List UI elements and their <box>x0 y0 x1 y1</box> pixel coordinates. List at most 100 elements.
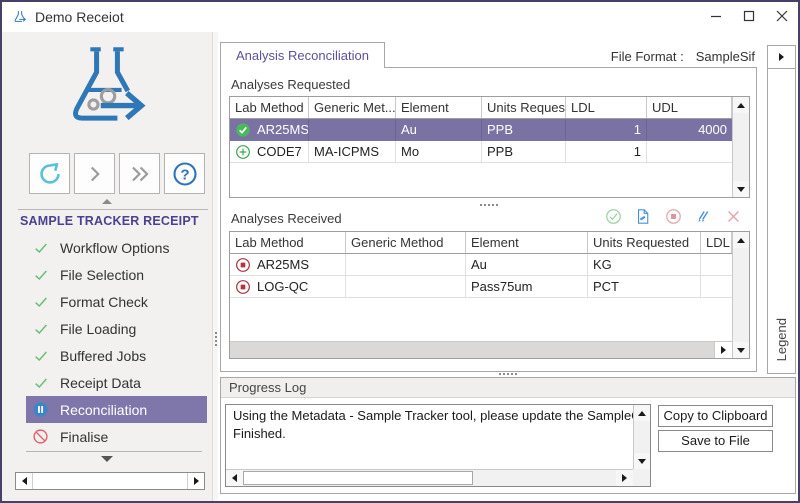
units-cell: PCT <box>588 276 701 297</box>
maximize-icon <box>743 10 755 22</box>
reset-button[interactable] <box>29 153 70 194</box>
file-format: File Format :SampleSif <box>611 49 755 64</box>
app-window: Demo Receiot <box>0 0 800 503</box>
step-workflow-options[interactable]: Workflow Options <box>26 234 207 261</box>
progress-log-title: Progress Log <box>221 378 795 398</box>
scroll-down-button[interactable] <box>733 181 749 197</box>
scroll-down-button[interactable] <box>733 342 749 358</box>
lab-method-cell: LOG-QC <box>230 276 346 297</box>
legend-label[interactable]: Legend <box>774 318 789 361</box>
column-header[interactable]: Units Reques... <box>482 97 566 118</box>
step-file-loading[interactable]: File Loading <box>26 315 207 342</box>
triangle-down-icon <box>737 187 745 192</box>
vertical-scrollbar[interactable] <box>732 97 749 197</box>
scrollbar-corner <box>633 469 650 486</box>
stop-circle-icon <box>235 257 251 273</box>
scroll-up-button[interactable] <box>733 232 749 248</box>
minimize-button[interactable] <box>699 2 732 30</box>
progress-log-output[interactable]: Using the Metadata - Sample Tracker tool… <box>225 404 651 487</box>
column-header[interactable]: LDL <box>566 97 647 118</box>
accept-match-button[interactable] <box>605 208 622 225</box>
edit-document-button[interactable] <box>635 208 652 225</box>
table-row[interactable]: AR25MS Au PPB 1 4000 <box>230 119 732 141</box>
vertical-scrollbar[interactable] <box>732 232 749 358</box>
column-header[interactable]: Lab Method <box>230 232 346 253</box>
column-header[interactable]: Units Requested <box>588 232 701 253</box>
triangle-up-icon <box>737 103 745 108</box>
help-button[interactable]: ? <box>164 153 205 194</box>
scroll-up-button[interactable] <box>634 405 650 421</box>
chevron-right-icon <box>82 161 108 187</box>
scroll-right-button[interactable] <box>714 342 732 358</box>
vertical-scrollbar[interactable] <box>633 405 650 469</box>
scrollbar-thumb[interactable] <box>243 471 473 485</box>
analyses-requested-title: Analyses Requested <box>231 77 350 92</box>
match-analyses-button[interactable] <box>695 208 712 225</box>
column-header[interactable]: Generic Method <box>346 232 466 253</box>
delete-match-button[interactable] <box>725 208 742 225</box>
sidebar-toolbar: ? <box>29 153 205 194</box>
splitter-handle <box>480 204 498 206</box>
tables-splitter[interactable] <box>221 204 756 206</box>
column-header[interactable]: UDL <box>647 97 732 118</box>
maximize-button[interactable] <box>732 2 765 30</box>
column-header[interactable]: Element <box>466 232 588 253</box>
triangle-right-icon <box>721 346 726 354</box>
tab-analysis-reconciliation[interactable]: Analysis Reconciliation <box>220 42 385 68</box>
save-to-file-button[interactable]: Save to File <box>658 430 773 452</box>
check-icon <box>32 374 49 391</box>
horizontal-scrollbar[interactable] <box>230 341 732 358</box>
run-all-button[interactable] <box>119 153 160 194</box>
scroll-left-button[interactable] <box>16 473 33 489</box>
close-button[interactable] <box>765 2 798 30</box>
analyses-received-title: Analyses Received <box>231 211 342 226</box>
units-cell: PPB <box>482 119 566 140</box>
collapse-toolbar-button[interactable] <box>2 199 212 204</box>
lab-method-cell: AR25MS <box>230 119 309 140</box>
step-finalise[interactable]: Finalise <box>26 423 207 450</box>
table-row[interactable]: LOG-QC Pass75um PCT <box>230 276 732 298</box>
main-panel: Analysis Reconciliation File Format :Sam… <box>218 32 798 501</box>
scroll-right-button[interactable] <box>616 470 633 486</box>
blocked-icon <box>32 428 49 445</box>
element-cell: Mo <box>396 141 482 162</box>
stop-match-button[interactable] <box>665 208 682 225</box>
triangle-right-icon <box>194 477 199 485</box>
table-row[interactable]: CODE7 MA-ICPMS Mo PPB 1 <box>230 141 732 163</box>
step-receipt-data[interactable]: Receipt Data <box>26 369 207 396</box>
legend-expand-button[interactable] <box>768 46 795 69</box>
element-cell: Au <box>396 119 482 140</box>
column-header[interactable]: Lab Method <box>230 97 309 118</box>
column-header[interactable]: Generic Met... <box>309 97 396 118</box>
title-bar: Demo Receiot <box>2 2 798 32</box>
table-row[interactable]: AR25MS Au KG <box>230 254 732 276</box>
triangle-down-icon <box>101 456 113 462</box>
step-format-check[interactable]: Format Check <box>26 288 207 315</box>
step-buffered-jobs[interactable]: Buffered Jobs <box>26 342 207 369</box>
empty-rows <box>230 298 732 341</box>
sidebar-divider <box>26 451 202 452</box>
ldl-cell <box>701 254 732 275</box>
scroll-up-button[interactable] <box>733 97 749 113</box>
horizontal-scrollbar[interactable] <box>226 469 633 486</box>
step-reconciliation[interactable]: Reconciliation <box>26 396 207 423</box>
check-circle-icon <box>235 122 251 138</box>
window-title: Demo Receiot <box>35 9 124 25</box>
lab-method-cell: AR25MS <box>230 254 346 275</box>
copy-to-clipboard-button[interactable]: Copy to Clipboard <box>658 405 773 427</box>
scroll-left-button[interactable] <box>226 470 243 486</box>
analyses-requested-table: Lab Method Generic Met... Element Units … <box>229 96 750 198</box>
step-forward-button[interactable] <box>74 153 115 194</box>
collapse-steps-button[interactable] <box>2 456 212 462</box>
progress-splitter[interactable] <box>220 373 796 375</box>
svg-text:?: ? <box>180 166 189 183</box>
step-label: Workflow Options <box>60 240 169 256</box>
step-label: Reconciliation <box>60 402 147 418</box>
step-file-selection[interactable]: File Selection <box>26 261 207 288</box>
scroll-right-button[interactable] <box>187 473 204 489</box>
sidebar-horizontal-scrollbar[interactable] <box>15 472 205 490</box>
column-header[interactable]: LDL <box>701 232 732 253</box>
element-cell: Pass75um <box>466 276 588 297</box>
column-header[interactable]: Element <box>396 97 482 118</box>
scroll-down-button[interactable] <box>634 453 650 469</box>
